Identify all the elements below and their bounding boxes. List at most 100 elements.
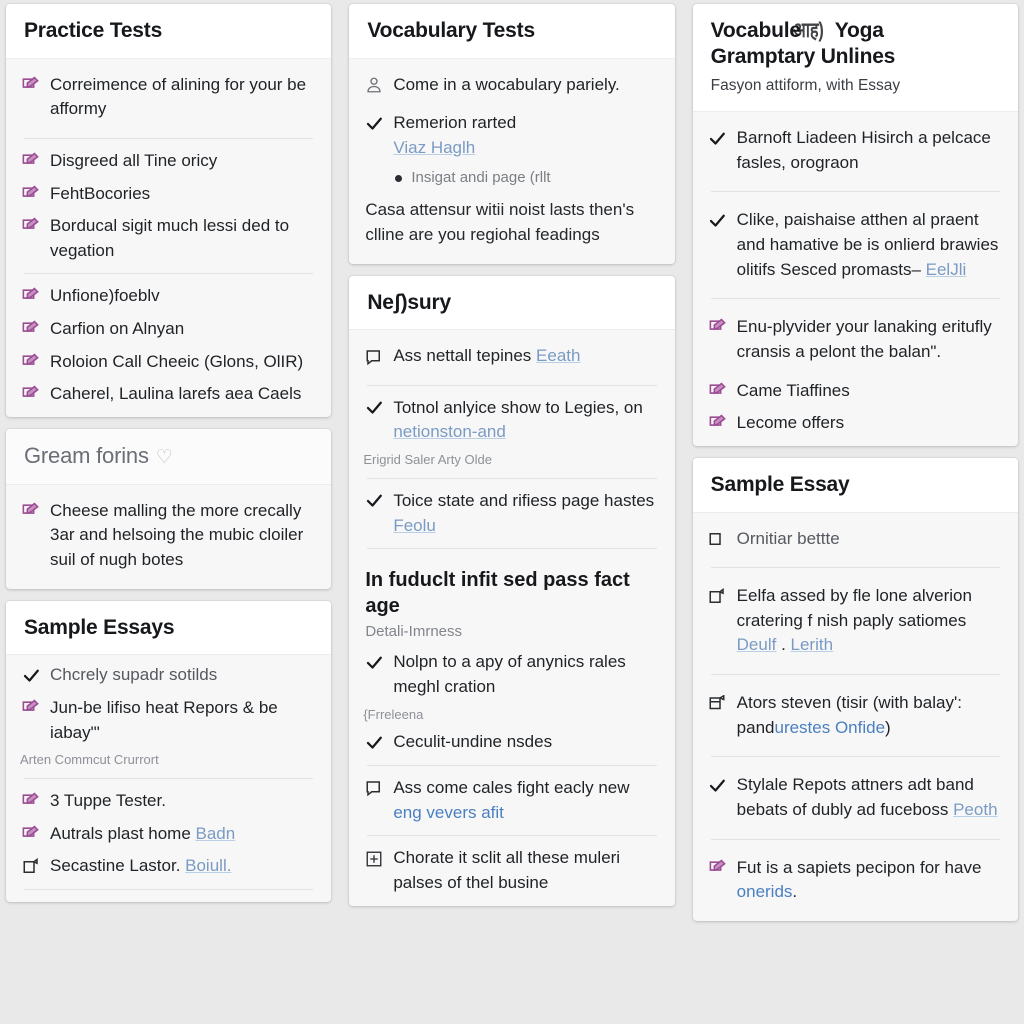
- inline-link[interactable]: Viaz Haglh: [393, 138, 475, 157]
- list-item-caption: Arten Commcut Crurrort: [6, 749, 331, 772]
- list-item-caption: Erigrid Saler Arty Olde: [349, 449, 674, 472]
- card-title-tail: Yoga: [834, 19, 884, 42]
- list-item[interactable]: 3 Tuppe Tester.: [6, 785, 331, 818]
- list-item-text: Autrals plast home: [50, 823, 196, 843]
- list-item[interactable]: Ornitiar bettte: [693, 517, 1018, 562]
- list-item[interactable]: Totnol anlyice show to Legies, on netion…: [349, 392, 674, 449]
- divider: [24, 137, 314, 139]
- card-nesury: Neʃ)sury Ass nettall tepines Eeath Totno…: [349, 275, 675, 906]
- divider: [367, 835, 657, 837]
- inline-link[interactable]: EelJli: [926, 260, 967, 279]
- inline-link[interactable]: onerids: [737, 882, 793, 901]
- list-item-label: Disgreed all Tine oricy: [50, 150, 218, 170]
- list-item[interactable]: Caherel, Laulina larefs aea Caels: [6, 378, 331, 411]
- list-item[interactable]: Carfion on Alnyan: [6, 313, 331, 346]
- card-sample-essay: Sample Essay Ornitiar bettte Eelfa assed…: [692, 457, 1018, 921]
- check-icon: [363, 652, 384, 673]
- list-item-text: Remerion rarted: [393, 113, 517, 133]
- card-practice-tests: Practice Tests Correimence of alining fo…: [6, 4, 332, 418]
- list-item-label: Jun-be lifiso heat Repors & be iabay"': [50, 698, 278, 742]
- list-item-text: Ass come cales fight eacly new: [393, 777, 630, 797]
- list-item[interactable]: Ass come cales fight eacly new eng vever…: [349, 772, 674, 829]
- card-header: Neʃ)sury: [349, 275, 675, 331]
- list-item[interactable]: Roloion Call Cheeic (Glons, OlIR): [6, 346, 331, 379]
- user-icon: [363, 75, 384, 96]
- column-middle: Vocabulary Tests Come in a wocabulary pa…: [345, 0, 678, 1024]
- list-item[interactable]: Ass nettall tepines Eeath: [349, 334, 674, 379]
- list-item[interactable]: Jun-be lifiso heat Repors & be iabay"': [6, 692, 331, 749]
- inline-link[interactable]: urestes Onfide: [774, 718, 885, 737]
- list-item-tail: ): [885, 717, 891, 737]
- card-sample-essays: Sample Essays Chcrely supadr sotilds Jun…: [6, 600, 332, 903]
- inline-link-secondary[interactable]: Lerith: [791, 635, 834, 654]
- inline-link[interactable]: eng vevers afit: [393, 803, 504, 822]
- list-item[interactable]: FehtBocories: [6, 178, 331, 211]
- comment-icon: [363, 778, 384, 799]
- list-item[interactable]: Fut is a sapiets pecipon for have onerid…: [693, 846, 1018, 915]
- list-item-label: Clike, paishaise atthen al praent and ha…: [737, 208, 1002, 282]
- list-item-sub[interactable]: Insigat andi page (rllt: [349, 165, 674, 191]
- list-item-label: Correimence of alining for your be affor…: [50, 74, 307, 119]
- checkbox-pen-icon: [20, 151, 41, 172]
- card-body: Chcrely supadr sotilds Jun-be lifiso hea…: [6, 655, 331, 902]
- comment-icon: [363, 346, 384, 367]
- inline-link[interactable]: Boiull.: [185, 856, 231, 875]
- list-item-label: Roloion Call Cheeic (Glons, OlIR): [50, 351, 304, 371]
- list-item[interactable]: Lecome offers: [693, 407, 1018, 440]
- list-item-label: Nolpn to a apy of anynics rales meghl cr…: [393, 652, 626, 696]
- bullet-icon: [395, 174, 403, 182]
- card-title: Practice Tests: [24, 19, 163, 42]
- list-item[interactable]: Cheese malling the more crecally 3ar and…: [6, 489, 331, 583]
- inline-link[interactable]: Badn: [196, 824, 236, 843]
- list-item[interactable]: Barnoft Liadeen Hisirch a pelcace fasles…: [693, 116, 1018, 185]
- divider: [24, 778, 314, 780]
- list-item-label: Stylale Repots attners adt band bebats o…: [737, 773, 1002, 822]
- list-item[interactable]: Came Tiaffines: [693, 375, 1018, 408]
- checkbox-pen-icon: [20, 501, 41, 522]
- card-title-text: Vocabule: [710, 19, 801, 42]
- list-item[interactable]: Chcrely supadr sotilds: [6, 659, 331, 692]
- checkbox-pen-icon: [20, 824, 41, 845]
- caption-label: Erigrid Saler Arty Olde: [363, 452, 492, 468]
- caption-label: {Frreleena: [363, 706, 424, 722]
- checkbox-pen-icon: [20, 384, 41, 405]
- list-item[interactable]: Remerion rarted Viaz Haglh: [349, 107, 674, 164]
- divider: [24, 273, 314, 275]
- check-icon: [707, 128, 728, 149]
- list-item[interactable]: Chorate it sclit all these muleri palses…: [349, 842, 674, 899]
- list-item[interactable]: Ators steven (tisir (with balayʹ: pandur…: [693, 681, 1018, 750]
- inline-link[interactable]: Peoth: [953, 800, 997, 819]
- inline-link[interactable]: netionston-and: [393, 422, 505, 441]
- inline-link[interactable]: Deulf: [737, 635, 777, 654]
- list-item[interactable]: Clike, paishaise atthen al praent and ha…: [693, 198, 1018, 292]
- column-right: Vocabule Yoga आह) Gramptary Unlines Fasy…: [689, 0, 1024, 1024]
- list-item-text: Secastine Lastor.: [50, 856, 186, 876]
- card-gream-forins: Gream forins ♡ Cheese malling the more cr…: [6, 429, 332, 589]
- list-item[interactable]: Eelfa assed by fle lone alverion crateri…: [693, 574, 1018, 668]
- checkbox-pen-icon: [707, 413, 728, 434]
- checkbox-empty-icon: [707, 529, 728, 550]
- list-item[interactable]: Stylale Repots attners adt band bebats o…: [693, 763, 1018, 832]
- list-item[interactable]: Enu-plyvider your lanaking eritufly cran…: [693, 305, 1018, 374]
- divider: [710, 674, 1000, 676]
- checkbox-pen-icon: [20, 352, 41, 373]
- list-item-label: Autrals plast home Badn: [50, 822, 235, 847]
- list-item[interactable]: Toice state and rifiess page hastes Feol…: [349, 485, 674, 542]
- checkbox-pen-icon: [20, 184, 41, 205]
- list-item[interactable]: Correimence of alining for your be affor…: [6, 63, 331, 132]
- list-item-label: Ass nettall tepines Eeath: [393, 344, 580, 369]
- list-item[interactable]: Nolpn to a apy of anynics rales meghl cr…: [349, 646, 674, 703]
- check-icon: [363, 732, 384, 753]
- list-item[interactable]: Come in a wocabulary pariely.: [349, 63, 674, 108]
- list-item-label: Borducal sigit much lessi ded to vegatio…: [50, 216, 290, 260]
- list-item[interactable]: Borducal sigit much lessi ded to vegatio…: [6, 210, 331, 267]
- divider: [710, 756, 1000, 758]
- list-item[interactable]: Autrals plast home Badn: [6, 818, 331, 851]
- list-item-label: Ass come cales fight eacly new eng vever…: [393, 776, 658, 825]
- list-item[interactable]: Ceculit-undine nsdes: [349, 726, 674, 759]
- list-item[interactable]: Disgreed all Tine oricy: [6, 145, 331, 178]
- list-item[interactable]: Secastine Lastor. Boiull.: [6, 850, 331, 883]
- list-item[interactable]: Unfione)foeblv: [6, 280, 331, 313]
- inline-link[interactable]: Eeath: [536, 346, 580, 365]
- inline-link[interactable]: Feolu: [393, 516, 436, 535]
